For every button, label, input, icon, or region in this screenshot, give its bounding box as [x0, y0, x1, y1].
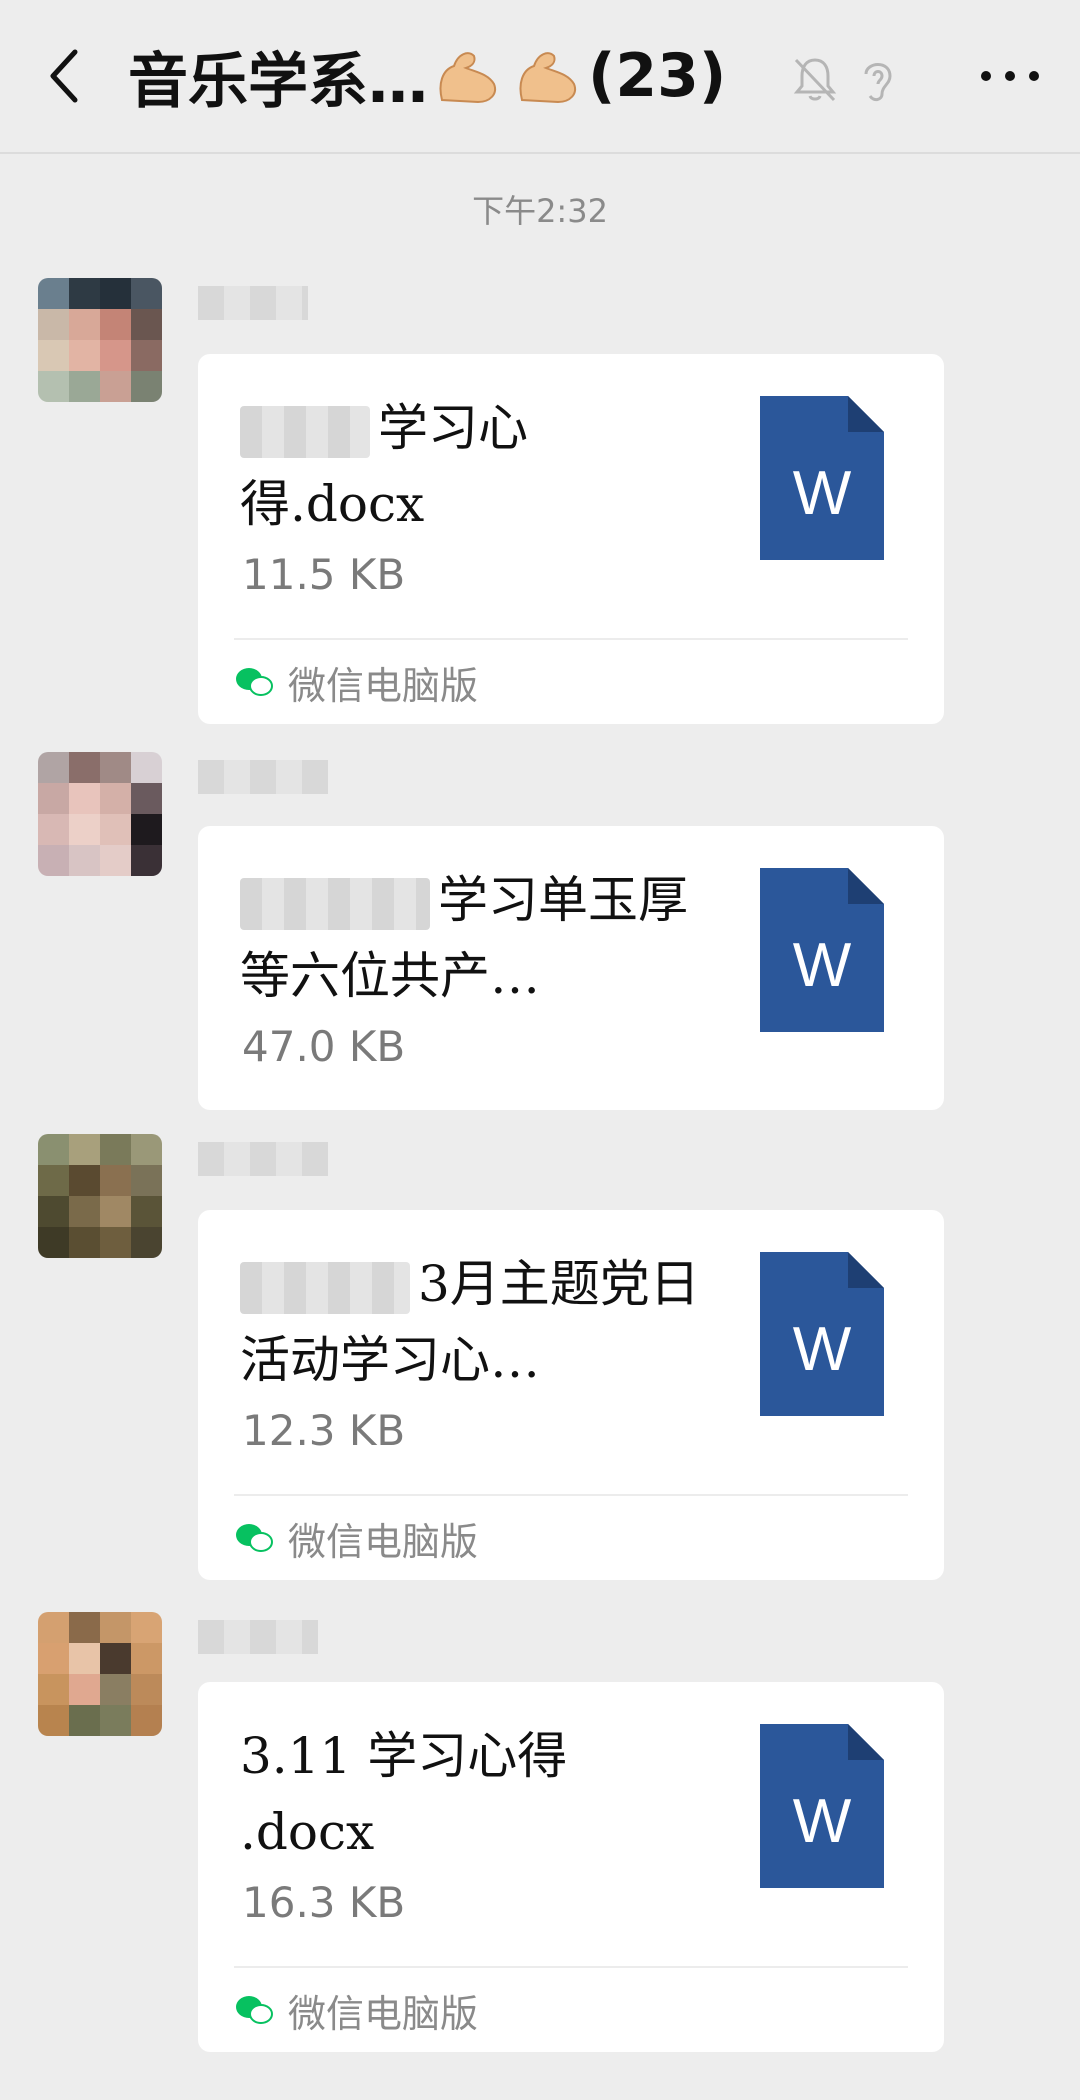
back-button[interactable] — [38, 40, 88, 112]
avatar[interactable] — [38, 1134, 162, 1258]
flexed-biceps-icon — [439, 52, 496, 104]
timestamp: 下午2:32 — [472, 192, 608, 230]
file-size: 47.0 KB — [242, 1022, 406, 1071]
flexed-biceps-icon — [519, 52, 576, 104]
file-message-bubble[interactable]: 3.11 学习心得 .docx 16.3 KB W 微信电脑版 — [198, 1682, 944, 2052]
word-doc-icon: W — [760, 868, 884, 1032]
svg-text:W: W — [793, 1787, 852, 1856]
more-icon[interactable] — [970, 48, 1050, 104]
file-message-bubble[interactable]: 3月主题党日活动学习心… 12.3 KB W 微信电脑版 — [198, 1210, 944, 1580]
source-label: 微信电脑版 — [234, 1508, 478, 1568]
wechat-icon — [236, 1996, 273, 2024]
file-size: 16.3 KB — [242, 1878, 406, 1927]
avatar[interactable] — [38, 1612, 162, 1736]
avatar[interactable] — [38, 278, 162, 402]
file-size: 11.5 KB — [242, 550, 406, 599]
member-count: (23) — [588, 41, 727, 111]
file-message-bubble[interactable]: 学习心得.docx 11.5 KB W 微信电脑版 — [198, 354, 944, 724]
svg-text:W: W — [793, 931, 852, 1000]
word-doc-icon: W — [760, 396, 884, 560]
divider — [234, 1494, 908, 1496]
sender-name — [198, 1142, 328, 1176]
wechat-icon — [236, 1524, 273, 1552]
file-message-bubble[interactable]: 学习单玉厚等六位共产… 47.0 KB W — [198, 826, 944, 1110]
wechat-icon — [236, 668, 273, 696]
avatar[interactable] — [38, 752, 162, 876]
divider — [234, 638, 908, 640]
file-name: 3.11 学习心得 .docx — [240, 1727, 568, 1861]
word-doc-icon: W — [760, 1724, 884, 1888]
ear-icon — [864, 63, 892, 102]
divider — [234, 1966, 908, 1968]
source-label: 微信电脑版 — [234, 1980, 478, 2040]
redacted-text — [240, 878, 430, 930]
sender-name — [198, 286, 308, 320]
file-name: 3月主题党日活动学习心… — [240, 1255, 700, 1389]
bell-muted-icon — [793, 58, 837, 102]
sender-name — [198, 760, 328, 794]
word-doc-icon: W — [760, 1252, 884, 1416]
file-name: 学习单玉厚等六位共产… — [240, 871, 688, 1005]
source-label: 微信电脑版 — [234, 652, 478, 712]
svg-text:W: W — [793, 459, 852, 528]
chat-name: 音乐学系… — [128, 46, 428, 117]
file-name: 学习心得.docx — [240, 399, 528, 533]
redacted-text — [240, 1262, 410, 1314]
redacted-text — [240, 406, 370, 458]
top-bar: 音乐学系… (23) — [0, 0, 1080, 154]
file-size: 12.3 KB — [242, 1406, 406, 1455]
sender-name — [198, 1620, 318, 1654]
chat-title[interactable]: 音乐学系… (23) — [128, 36, 727, 117]
chevron-left-icon — [50, 49, 78, 103]
svg-text:W: W — [793, 1315, 852, 1384]
